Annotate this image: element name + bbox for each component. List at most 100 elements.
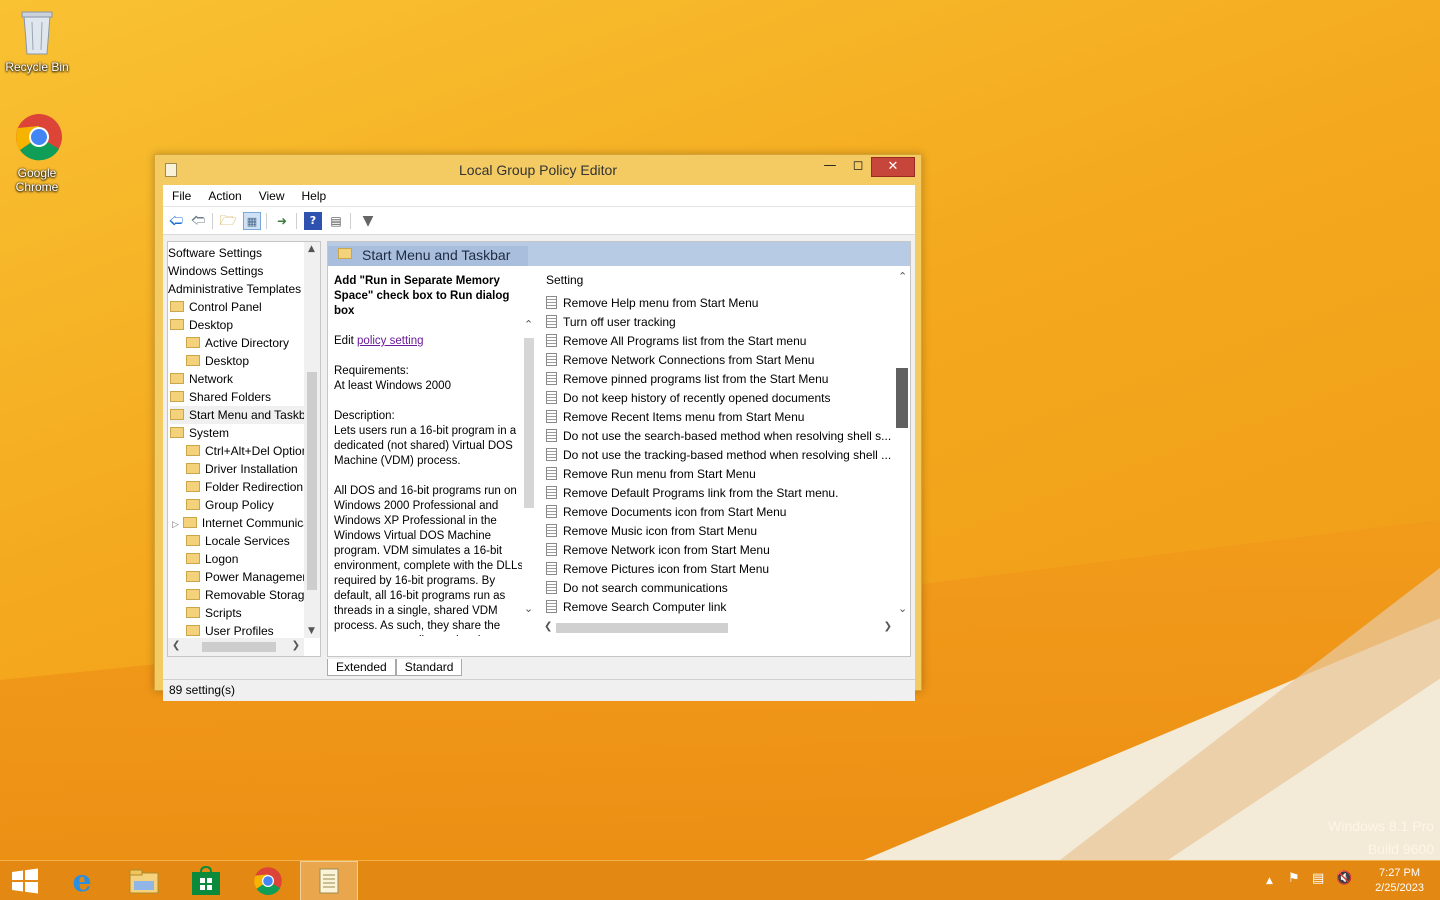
tab-extended[interactable]: Extended xyxy=(327,659,396,676)
setting-row[interactable]: Remove Help menu from Start Menu xyxy=(542,294,896,313)
minimize-button[interactable]: — xyxy=(817,157,843,177)
setting-row[interactable]: Remove Search Computer link xyxy=(542,598,896,617)
tree-item-scripts[interactable]: Scripts xyxy=(186,604,242,622)
policy-setting-link[interactable]: policy setting xyxy=(357,335,423,347)
tree-horizontal-scrollbar[interactable]: ❮ ❯ xyxy=(168,638,304,656)
scroll-left-icon[interactable]: ❮ xyxy=(544,621,552,632)
scroll-down-icon[interactable]: ⌄ xyxy=(524,602,533,615)
setting-row[interactable]: Remove Documents icon from Start Menu xyxy=(542,503,896,522)
menu-file[interactable]: File xyxy=(163,185,199,203)
volume-muted-icon[interactable]: 🔇 xyxy=(1336,871,1352,886)
tree-item-shared-folders[interactable]: Shared Folders xyxy=(170,388,271,406)
setting-row[interactable]: Remove Music icon from Start Menu xyxy=(542,522,896,541)
tree-item-desktop-sub[interactable]: Desktop xyxy=(186,352,249,370)
tree-item-software-settings[interactable]: Software Settings xyxy=(168,244,262,262)
tree-item-internet-communication[interactable]: ▷ Internet Communication xyxy=(172,514,320,532)
tree-item-ctrl-alt-del-options[interactable]: Ctrl+Alt+Del Options xyxy=(186,442,314,460)
close-button[interactable]: ✕ xyxy=(871,157,915,177)
filter-icon[interactable]: ▼ xyxy=(359,212,377,230)
taskbar-chrome[interactable] xyxy=(240,861,296,900)
setting-row[interactable]: Remove pinned programs list from the Sta… xyxy=(542,370,896,389)
recycle-bin-icon xyxy=(14,6,60,56)
action-center-flag-icon[interactable]: ⚑ xyxy=(1288,871,1300,886)
taskbar-group-policy-editor[interactable] xyxy=(300,861,358,900)
export-list-icon[interactable]: ➜ xyxy=(273,212,291,230)
tree-item-label: Locale Services xyxy=(205,534,290,548)
tree-item-control-panel[interactable]: Control Panel xyxy=(170,298,262,316)
tree-item-start-menu-and-taskbar[interactable]: Start Menu and Taskbar xyxy=(170,406,316,424)
scrollbar-thumb[interactable] xyxy=(556,623,728,633)
desktop-icon-recycle-bin[interactable]: Recycle Bin xyxy=(0,6,74,74)
scroll-up-icon[interactable]: ▲ xyxy=(308,244,315,254)
settings-horizontal-scrollbar[interactable]: ❮ ❯ xyxy=(542,620,894,636)
setting-row[interactable]: Do not use the search-based method when … xyxy=(542,427,896,446)
tree-item-locale-services[interactable]: Locale Services xyxy=(186,532,290,550)
menu-help[interactable]: Help xyxy=(293,185,335,203)
tree-item-folder-redirection[interactable]: Folder Redirection xyxy=(186,478,303,496)
expand-arrow-icon[interactable]: ▷ xyxy=(172,519,179,529)
setting-row[interactable]: Remove All Programs list from the Start … xyxy=(542,332,896,351)
tree-item-desktop[interactable]: Desktop xyxy=(170,316,233,334)
show-hide-tree-icon[interactable]: ▦ xyxy=(243,212,261,230)
maximize-button[interactable]: ◻ xyxy=(845,157,871,177)
tree-item-driver-installation[interactable]: Driver Installation xyxy=(186,460,298,478)
setting-row[interactable]: Remove Default Programs link from the St… xyxy=(542,484,896,503)
forward-arrow-icon[interactable]: 🢢 xyxy=(189,212,207,230)
show-hidden-icons-icon[interactable]: ▲ xyxy=(1266,876,1273,886)
setting-row[interactable]: Remove Network Connections from Start Me… xyxy=(542,351,896,370)
setting-row[interactable]: Remove Run menu from Start Menu xyxy=(542,465,896,484)
tree-item-administrative-templates[interactable]: Administrative Templates xyxy=(168,280,301,298)
scroll-right-icon[interactable]: ❯ xyxy=(884,621,892,632)
tree-item-system[interactable]: System xyxy=(170,424,229,442)
tree-item-label: Power Management xyxy=(205,570,313,584)
tree-item-active-directory[interactable]: Active Directory xyxy=(186,334,289,352)
policy-icon xyxy=(546,334,557,347)
properties-icon[interactable]: ▤ xyxy=(327,212,345,230)
tree-item-logon[interactable]: Logon xyxy=(186,550,238,568)
taskbar-internet-explorer[interactable]: e xyxy=(54,861,110,900)
settings-vertical-scrollbar[interactable]: ⌃ ⌄ xyxy=(894,266,910,620)
setting-row[interactable]: Remove Network icon from Start Menu xyxy=(542,541,896,560)
tree-item-windows-settings[interactable]: Windows Settings xyxy=(168,262,263,280)
tree-item-label: Control Panel xyxy=(189,300,262,314)
column-header-setting[interactable]: Setting xyxy=(542,266,896,294)
scroll-up-icon[interactable]: ⌃ xyxy=(898,270,907,283)
setting-row[interactable]: Do not keep history of recently opened d… xyxy=(542,389,896,408)
description-scrollbar[interactable]: ⌃ ⌄ xyxy=(522,318,536,618)
scroll-down-icon[interactable]: ⌄ xyxy=(898,602,907,615)
scrollbar-thumb[interactable] xyxy=(202,642,276,652)
tab-standard[interactable]: Standard xyxy=(395,659,463,676)
start-button[interactable] xyxy=(0,861,50,900)
setting-row[interactable]: Do not search communications xyxy=(542,579,896,598)
taskbar-file-explorer[interactable] xyxy=(116,861,172,900)
setting-row[interactable]: Remove Pictures icon from Start Menu xyxy=(542,560,896,579)
menu-action[interactable]: Action xyxy=(199,185,249,203)
help-icon[interactable]: ? xyxy=(304,212,322,230)
setting-row[interactable]: Do not use the tracking-based method whe… xyxy=(542,446,896,465)
tree-item-power-management[interactable]: Power Management xyxy=(186,568,312,586)
scrollbar-thumb[interactable] xyxy=(896,368,908,428)
tree-vertical-scrollbar[interactable]: ▲ ▼ xyxy=(304,242,320,638)
scrollbar-thumb[interactable] xyxy=(307,372,317,590)
tree-item-removable-storage[interactable]: Removable Storage xyxy=(186,586,311,604)
system-clock[interactable]: 7:27 PM 2/25/2023 xyxy=(1375,866,1424,896)
tree-item-network[interactable]: Network xyxy=(170,370,233,388)
setting-row[interactable]: Remove Recent Items menu from Start Menu xyxy=(542,408,896,427)
details-header-title: Start Menu and Taskbar xyxy=(362,247,511,263)
taskbar-store[interactable] xyxy=(178,861,234,900)
title-bar[interactable]: Local Group Policy Editor — ◻ ✕ xyxy=(155,155,921,185)
scroll-right-icon[interactable]: ❯ xyxy=(292,640,300,651)
scrollbar-thumb[interactable] xyxy=(524,338,534,508)
up-folder-icon[interactable]: 🗁 xyxy=(219,212,237,230)
menu-view[interactable]: View xyxy=(250,185,293,203)
back-arrow-icon[interactable]: 🢠 xyxy=(167,212,185,230)
desktop-icon-google-chrome[interactable]: Google Chrome xyxy=(0,112,74,194)
setting-row[interactable]: Turn off user tracking xyxy=(542,313,896,332)
tree-item-group-policy[interactable]: Group Policy xyxy=(186,496,274,514)
scroll-down-icon[interactable]: ▼ xyxy=(308,626,315,636)
network-icon[interactable]: ▤ xyxy=(1312,871,1324,886)
setting-name: Remove pinned programs list from the Sta… xyxy=(563,372,829,386)
tree-item-label: Administrative Templates xyxy=(168,282,302,296)
scroll-left-icon[interactable]: ❮ xyxy=(172,640,180,651)
scroll-up-icon[interactable]: ⌃ xyxy=(524,318,533,331)
